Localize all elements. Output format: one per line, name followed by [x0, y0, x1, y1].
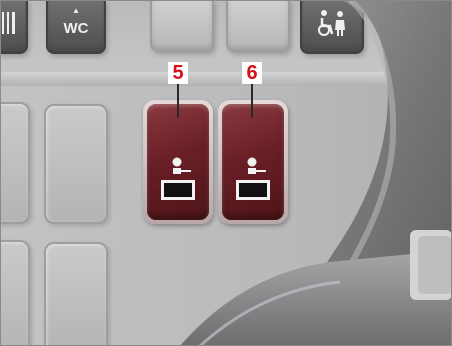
seat-switch-5-face[interactable] [147, 104, 209, 220]
callout-5-leader [177, 82, 179, 118]
blank-button-2[interactable] [226, 0, 290, 52]
blank-button-1[interactable] [150, 0, 214, 52]
seat-occupant-icon [161, 157, 195, 200]
callout-6-label: 6 [242, 62, 262, 84]
blank-slot-2[interactable] [44, 104, 108, 224]
seat-switch-5[interactable] [143, 100, 213, 224]
fork-knife-icon [0, 10, 26, 36]
callout-5-label: 5 [168, 62, 188, 84]
dashboard-photo: ▲ WC 5 6 [0, 0, 452, 346]
wheelchair-button[interactable] [300, 0, 364, 54]
panel-ledge [0, 72, 452, 86]
seat-switch-6[interactable] [218, 100, 288, 224]
wheelchair-person-icon [302, 8, 362, 38]
blank-slot-4[interactable] [44, 242, 108, 346]
fork-knife-button[interactable] [0, 0, 28, 54]
seat-switch-6-face[interactable] [222, 104, 284, 220]
blank-slot-1[interactable] [0, 102, 30, 224]
wc-button[interactable]: ▲ WC [46, 0, 106, 54]
callout-6-leader [251, 82, 253, 118]
wc-label: WC [63, 20, 89, 37]
wc-arrow-icon: ▲ [72, 6, 80, 15]
seat-occupant-icon [236, 157, 270, 200]
blank-slot-3[interactable] [0, 240, 30, 346]
